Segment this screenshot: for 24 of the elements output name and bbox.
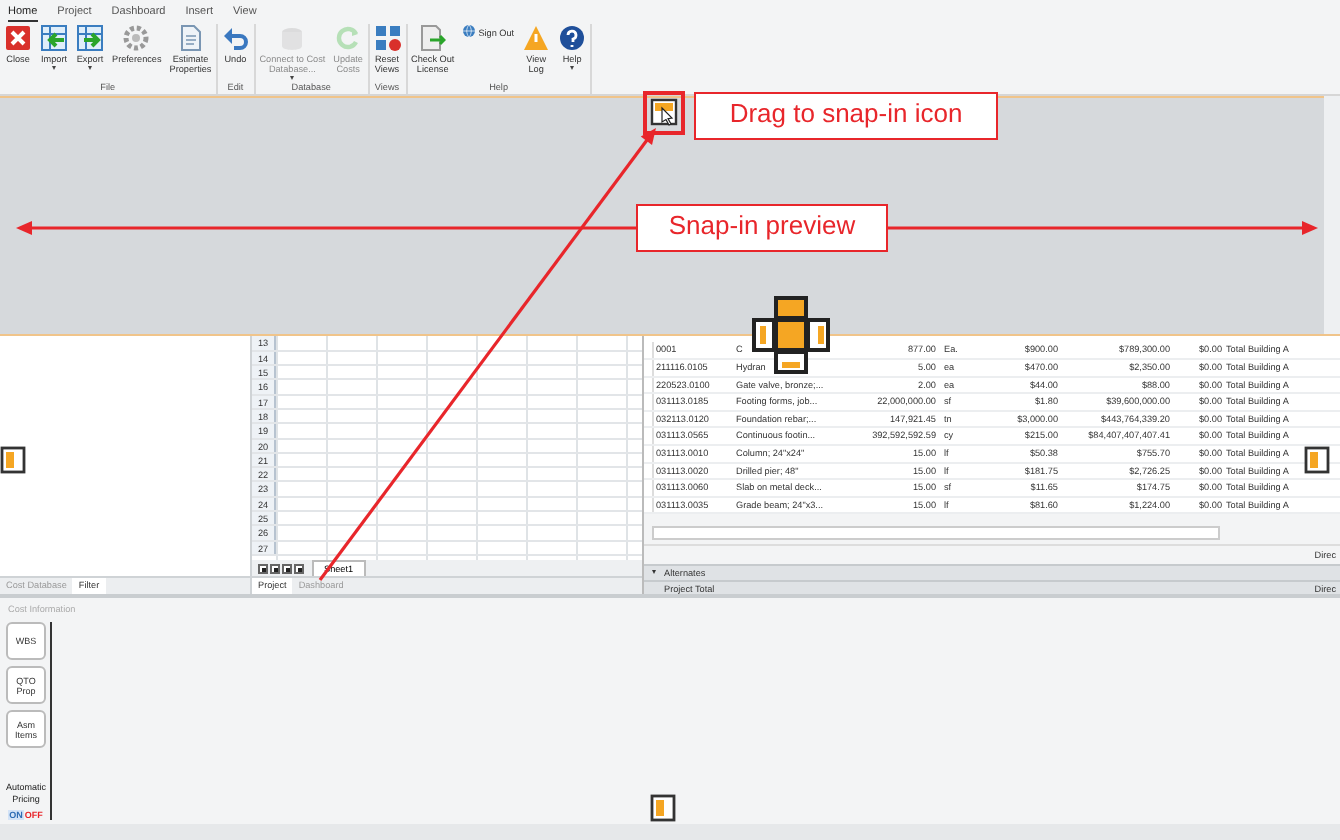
dock-guide-icon[interactable] bbox=[650, 794, 676, 822]
caret-icon bbox=[88, 66, 92, 70]
scrollbar[interactable] bbox=[652, 526, 1220, 540]
help-icon bbox=[558, 24, 587, 52]
highlight-frame bbox=[643, 91, 685, 135]
caret-icon bbox=[52, 66, 56, 70]
caret-icon bbox=[652, 570, 656, 575]
table-arrow-icon bbox=[40, 24, 68, 52]
refresh-icon bbox=[334, 24, 363, 52]
caret-icon bbox=[570, 66, 575, 70]
callout-label: Snap-in preview bbox=[636, 204, 888, 252]
table-arrow-icon bbox=[76, 24, 104, 52]
grid-icon bbox=[373, 24, 401, 52]
undo-icon bbox=[221, 24, 250, 52]
document-icon bbox=[176, 24, 205, 52]
caret-icon bbox=[290, 76, 295, 80]
warning-icon bbox=[522, 24, 551, 52]
callout-label: Drag to snap-in icon bbox=[694, 92, 998, 140]
dock-guide-icon[interactable] bbox=[1304, 446, 1330, 474]
globe-icon bbox=[462, 24, 477, 38]
gear-icon bbox=[122, 24, 151, 52]
dock-guide-icon[interactable] bbox=[650, 98, 678, 126]
dock-guide-icon[interactable] bbox=[0, 446, 26, 474]
database-icon bbox=[278, 24, 307, 52]
